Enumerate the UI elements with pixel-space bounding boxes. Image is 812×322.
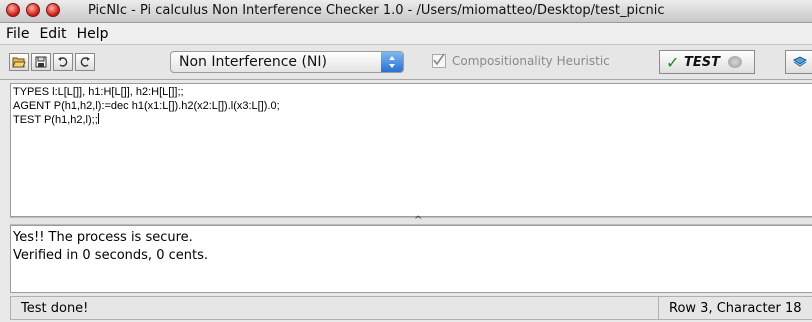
window-title: PicNIc - Pi calculus Non Interference Ch… xyxy=(88,3,665,18)
toolbar: Non Interference (NI) Compositionality H… xyxy=(0,45,812,80)
code-text: TYPES l:L[L[]], h1:H[L[]], h2:H[L[]];; A… xyxy=(13,86,812,128)
zoom-button[interactable] xyxy=(46,3,60,17)
code-line-2: AGENT P(h1,h2,l):=dec h1(x1:L[]).h2(x2:L… xyxy=(13,99,280,112)
mode-select[interactable]: Non Interference (NI) xyxy=(170,51,404,73)
text-caret xyxy=(97,113,99,124)
test-status-light-icon xyxy=(728,56,742,68)
save-icon xyxy=(35,56,47,68)
test-check-icon: ✓ xyxy=(666,53,680,72)
redo-icon xyxy=(80,57,90,67)
code-line-1: TYPES l:L[L[]], h1:H[L[]], h2:H[L[]];; xyxy=(13,86,184,98)
minimize-button[interactable] xyxy=(26,3,40,17)
open-button[interactable] xyxy=(9,53,29,71)
help-book-icon xyxy=(793,56,807,67)
menu-help[interactable]: Help xyxy=(73,26,113,42)
menu-edit[interactable]: Edit xyxy=(35,26,70,42)
output-line-2: Verified in 0 seconds, 0 cents. xyxy=(13,248,208,263)
split-divider[interactable]: ^ xyxy=(10,215,812,226)
checkmark-icon xyxy=(433,53,445,66)
status-message: Test done! xyxy=(21,301,89,316)
redo-button[interactable] xyxy=(75,53,95,71)
code-editor[interactable]: TYPES l:L[L[]], h1:H[L[]], h2:H[L[]];; A… xyxy=(10,83,812,217)
code-line-3-text: TEST P(h1,h2,l);; xyxy=(13,114,98,126)
menu-file[interactable]: File xyxy=(2,26,33,42)
close-button[interactable] xyxy=(6,3,20,17)
status-bar: Test done! Row 3, Character 18 xyxy=(10,296,812,320)
output-line-1: Yes!! The process is secure. xyxy=(13,230,193,245)
title-bar: PicNIc - Pi calculus Non Interference Ch… xyxy=(0,0,812,23)
output-pane: Yes!! The process is secure. Verified in… xyxy=(10,225,812,293)
undo-button[interactable] xyxy=(53,53,73,71)
cursor-position: Row 3, Character 18 xyxy=(669,301,802,316)
open-folder-icon xyxy=(12,57,26,68)
heuristic-label: Compositionality Heuristic xyxy=(452,54,610,68)
status-separator xyxy=(658,297,659,319)
window-controls xyxy=(6,3,60,17)
heuristic-checkbox[interactable] xyxy=(432,53,446,68)
mode-select-value: Non Interference (NI) xyxy=(179,54,327,70)
undo-icon xyxy=(58,57,68,67)
save-button[interactable] xyxy=(31,53,51,71)
select-arrows-icon xyxy=(381,52,403,72)
help-button[interactable] xyxy=(785,50,812,74)
code-line-3: TEST P(h1,h2,l);; xyxy=(13,113,812,128)
menu-bar: File Edit Help xyxy=(0,23,812,45)
test-button-label: TEST xyxy=(684,55,720,70)
test-button[interactable]: ✓ TEST xyxy=(659,50,755,74)
